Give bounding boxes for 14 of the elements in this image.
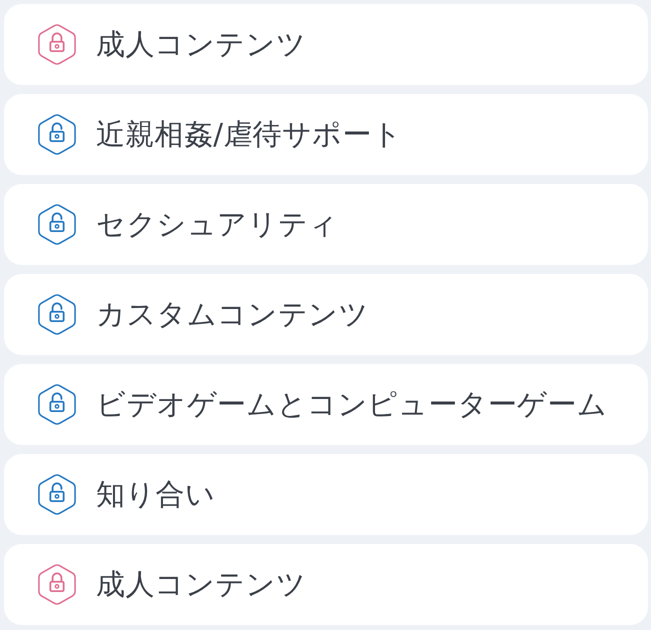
topic-label: 成人コンテンツ	[96, 567, 306, 602]
topic-label: 近親相姦/虐待サポート	[96, 117, 402, 152]
topic-label: 成人コンテンツ	[96, 27, 306, 62]
topic-card[interactable]: カスタムコンテンツ	[4, 274, 648, 355]
topic-card[interactable]: 成人コンテンツ	[4, 4, 648, 85]
topic-card[interactable]: 知り合い	[4, 454, 648, 535]
topic-label: セクシュアリティ	[96, 207, 338, 242]
topic-label: ビデオゲームとコンピューターゲーム	[96, 387, 608, 422]
topic-label: カスタムコンテンツ	[96, 297, 369, 332]
topic-label: 知り合い	[96, 477, 216, 512]
topic-card[interactable]: ビデオゲームとコンピューターゲーム	[4, 364, 648, 445]
topic-card[interactable]: 成人コンテンツ	[4, 544, 648, 625]
topic-card[interactable]: セクシュアリティ	[4, 184, 648, 265]
topic-card[interactable]: 近親相姦/虐待サポート	[4, 94, 648, 175]
